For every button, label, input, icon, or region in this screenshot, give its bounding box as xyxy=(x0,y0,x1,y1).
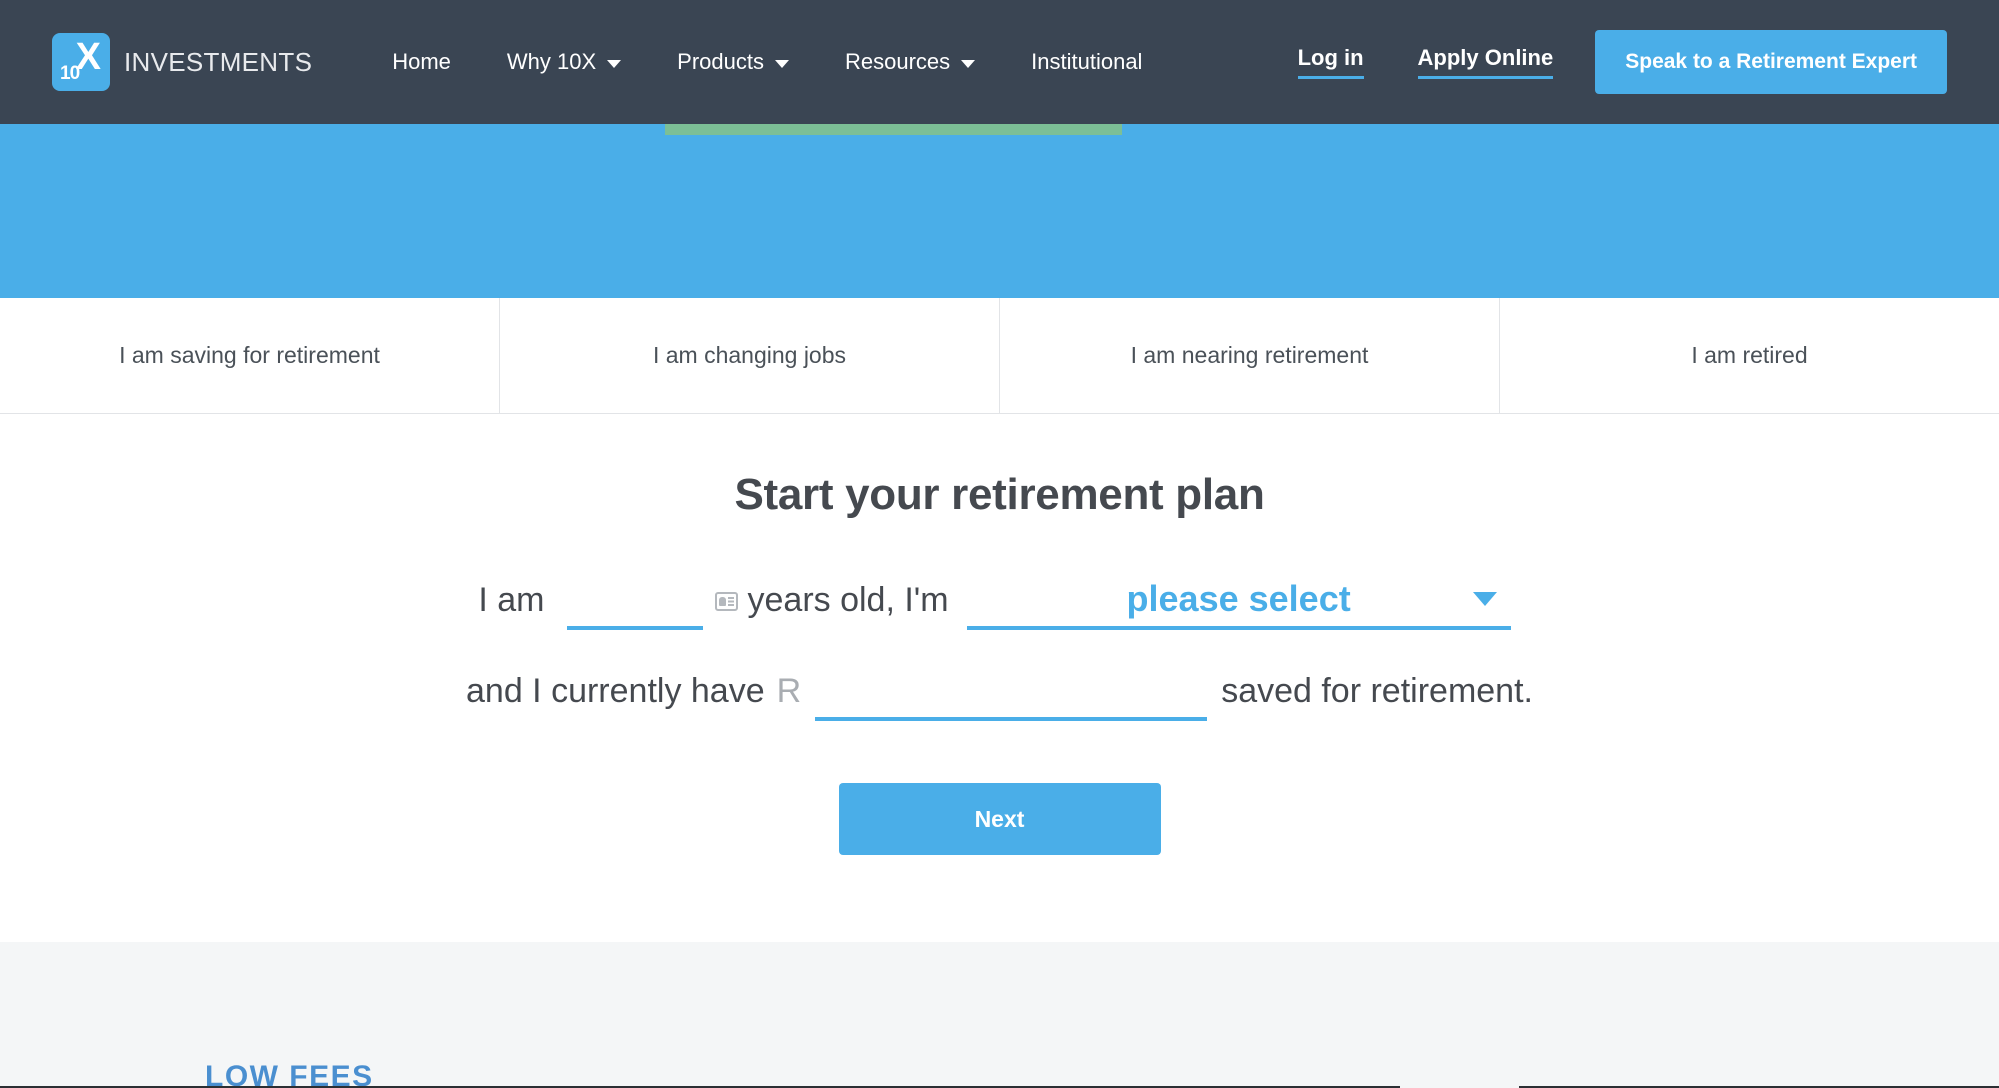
nav-label: Why 10X xyxy=(506,49,597,74)
tab-label: I am nearing retirement xyxy=(1130,342,1369,368)
retirement-plan-form: Start your retirement plan I am years ol… xyxy=(0,414,1999,942)
features-band: LOW FEES xyxy=(0,942,1999,1088)
nav-item-home[interactable]: Home xyxy=(364,49,479,75)
tab-label: I am changing jobs xyxy=(652,342,847,368)
tab-label: I am retired xyxy=(1691,342,1808,368)
chevron-down-icon xyxy=(1472,592,1497,606)
logo-x-text: X xyxy=(75,36,101,78)
form-label-currently-have: and I currently have xyxy=(466,672,765,710)
page-title: Start your retirement plan xyxy=(734,470,1265,519)
form-label-years-old: years old, I'm xyxy=(747,581,949,619)
form-label-i-am: I am xyxy=(478,581,545,619)
brand-logo[interactable]: 10 X INVESTMENTS xyxy=(52,33,312,91)
logo-mark-icon: 10 X xyxy=(52,33,110,91)
nav-item-products[interactable]: Products xyxy=(649,49,817,75)
nav-label: Home xyxy=(392,49,451,74)
chevron-down-icon xyxy=(961,59,976,68)
form-line-2: and I currently have R saved for retirem… xyxy=(0,672,1999,721)
next-button[interactable]: Next xyxy=(838,783,1161,855)
low-fees-heading: LOW FEES xyxy=(205,1060,374,1088)
nav-item-institutional[interactable]: Institutional xyxy=(1003,49,1170,75)
nav-label: Products xyxy=(677,49,764,74)
chevron-down-icon xyxy=(607,59,622,68)
form-label-saved-for-retirement: saved for retirement. xyxy=(1221,672,1533,710)
hero-green-accent-bar xyxy=(665,124,1122,135)
id-card-icon xyxy=(714,592,738,611)
currency-symbol: R xyxy=(776,672,802,710)
status-select-value: please select xyxy=(1126,578,1351,619)
apply-online-link[interactable]: Apply Online xyxy=(1417,45,1554,79)
status-select[interactable]: please select xyxy=(966,578,1511,630)
savings-amount-input[interactable] xyxy=(815,672,1208,721)
main-navigation: Home Why 10X Products Resources Institut… xyxy=(364,49,1170,75)
nav-label: Institutional xyxy=(1031,49,1143,74)
speak-to-expert-button[interactable]: Speak to a Retirement Expert xyxy=(1595,30,1947,94)
tab-changing-jobs[interactable]: I am changing jobs xyxy=(500,298,1000,413)
nav-item-why-10x[interactable]: Why 10X xyxy=(479,49,649,75)
tab-nearing-retirement[interactable]: I am nearing retirement xyxy=(1000,298,1500,413)
chevron-down-icon xyxy=(775,59,789,68)
site-header: 10 X INVESTMENTS Home Why 10X Products R… xyxy=(0,0,1999,124)
tab-saving-for-retirement[interactable]: I am saving for retirement xyxy=(0,298,500,413)
persona-tab-bar: I am saving for retirement I am changing… xyxy=(0,298,1999,414)
nav-label: Resources xyxy=(845,49,951,74)
hero-banner xyxy=(0,124,1999,298)
form-actions: Next xyxy=(0,783,1999,855)
nav-item-resources[interactable]: Resources xyxy=(817,49,1003,75)
age-input[interactable] xyxy=(566,581,703,630)
brand-name-text: INVESTMENTS xyxy=(124,46,313,77)
login-link[interactable]: Log in xyxy=(1297,45,1364,79)
form-line-1: I am years old, I'm please select xyxy=(0,578,1999,630)
tab-retired[interactable]: I am retired xyxy=(1500,298,1999,413)
tab-label: I am saving for retirement xyxy=(119,342,380,368)
header-actions: Log in Apply Online Speak to a Retiremen… xyxy=(1271,30,1999,94)
